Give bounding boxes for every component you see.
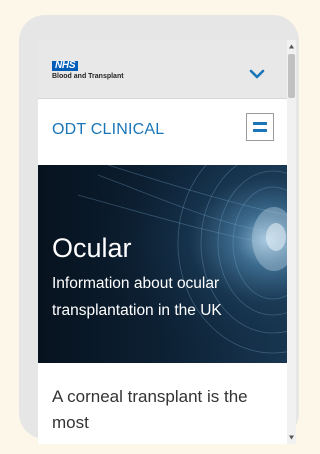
hero-subtitle: Information about ocular transplantation… <box>52 275 222 319</box>
screen: NHS Blood and Transplant ODT CLINICAL Oc… <box>38 40 296 444</box>
site-title[interactable]: ODT CLINICAL <box>52 121 164 139</box>
intro-text: A corneal transplant is the most <box>52 387 248 432</box>
scroll-up-arrow-icon[interactable] <box>288 43 295 50</box>
nhs-logo-text: NHS <box>55 60 76 71</box>
scroll-down-arrow-icon[interactable] <box>288 434 295 441</box>
hero-title: Ocular <box>52 233 132 263</box>
org-name: Blood and Transplant <box>52 73 124 80</box>
menu-button[interactable] <box>246 113 274 141</box>
chevron-down-icon[interactable] <box>249 69 265 79</box>
eye-hero-image <box>38 165 287 363</box>
device-frame: NHS Blood and Transplant ODT CLINICAL Oc… <box>19 15 299 444</box>
vertical-scrollbar[interactable] <box>287 40 296 444</box>
scroll-thumb[interactable] <box>288 54 295 98</box>
nhs-bar: NHS Blood and Transplant <box>38 40 287 99</box>
page-content: NHS Blood and Transplant ODT CLINICAL Oc… <box>38 40 287 444</box>
nhs-logo[interactable]: NHS <box>52 60 79 71</box>
hero-banner: Ocular Information about ocular transpla… <box>38 165 287 363</box>
site-header: ODT CLINICAL <box>38 99 287 165</box>
